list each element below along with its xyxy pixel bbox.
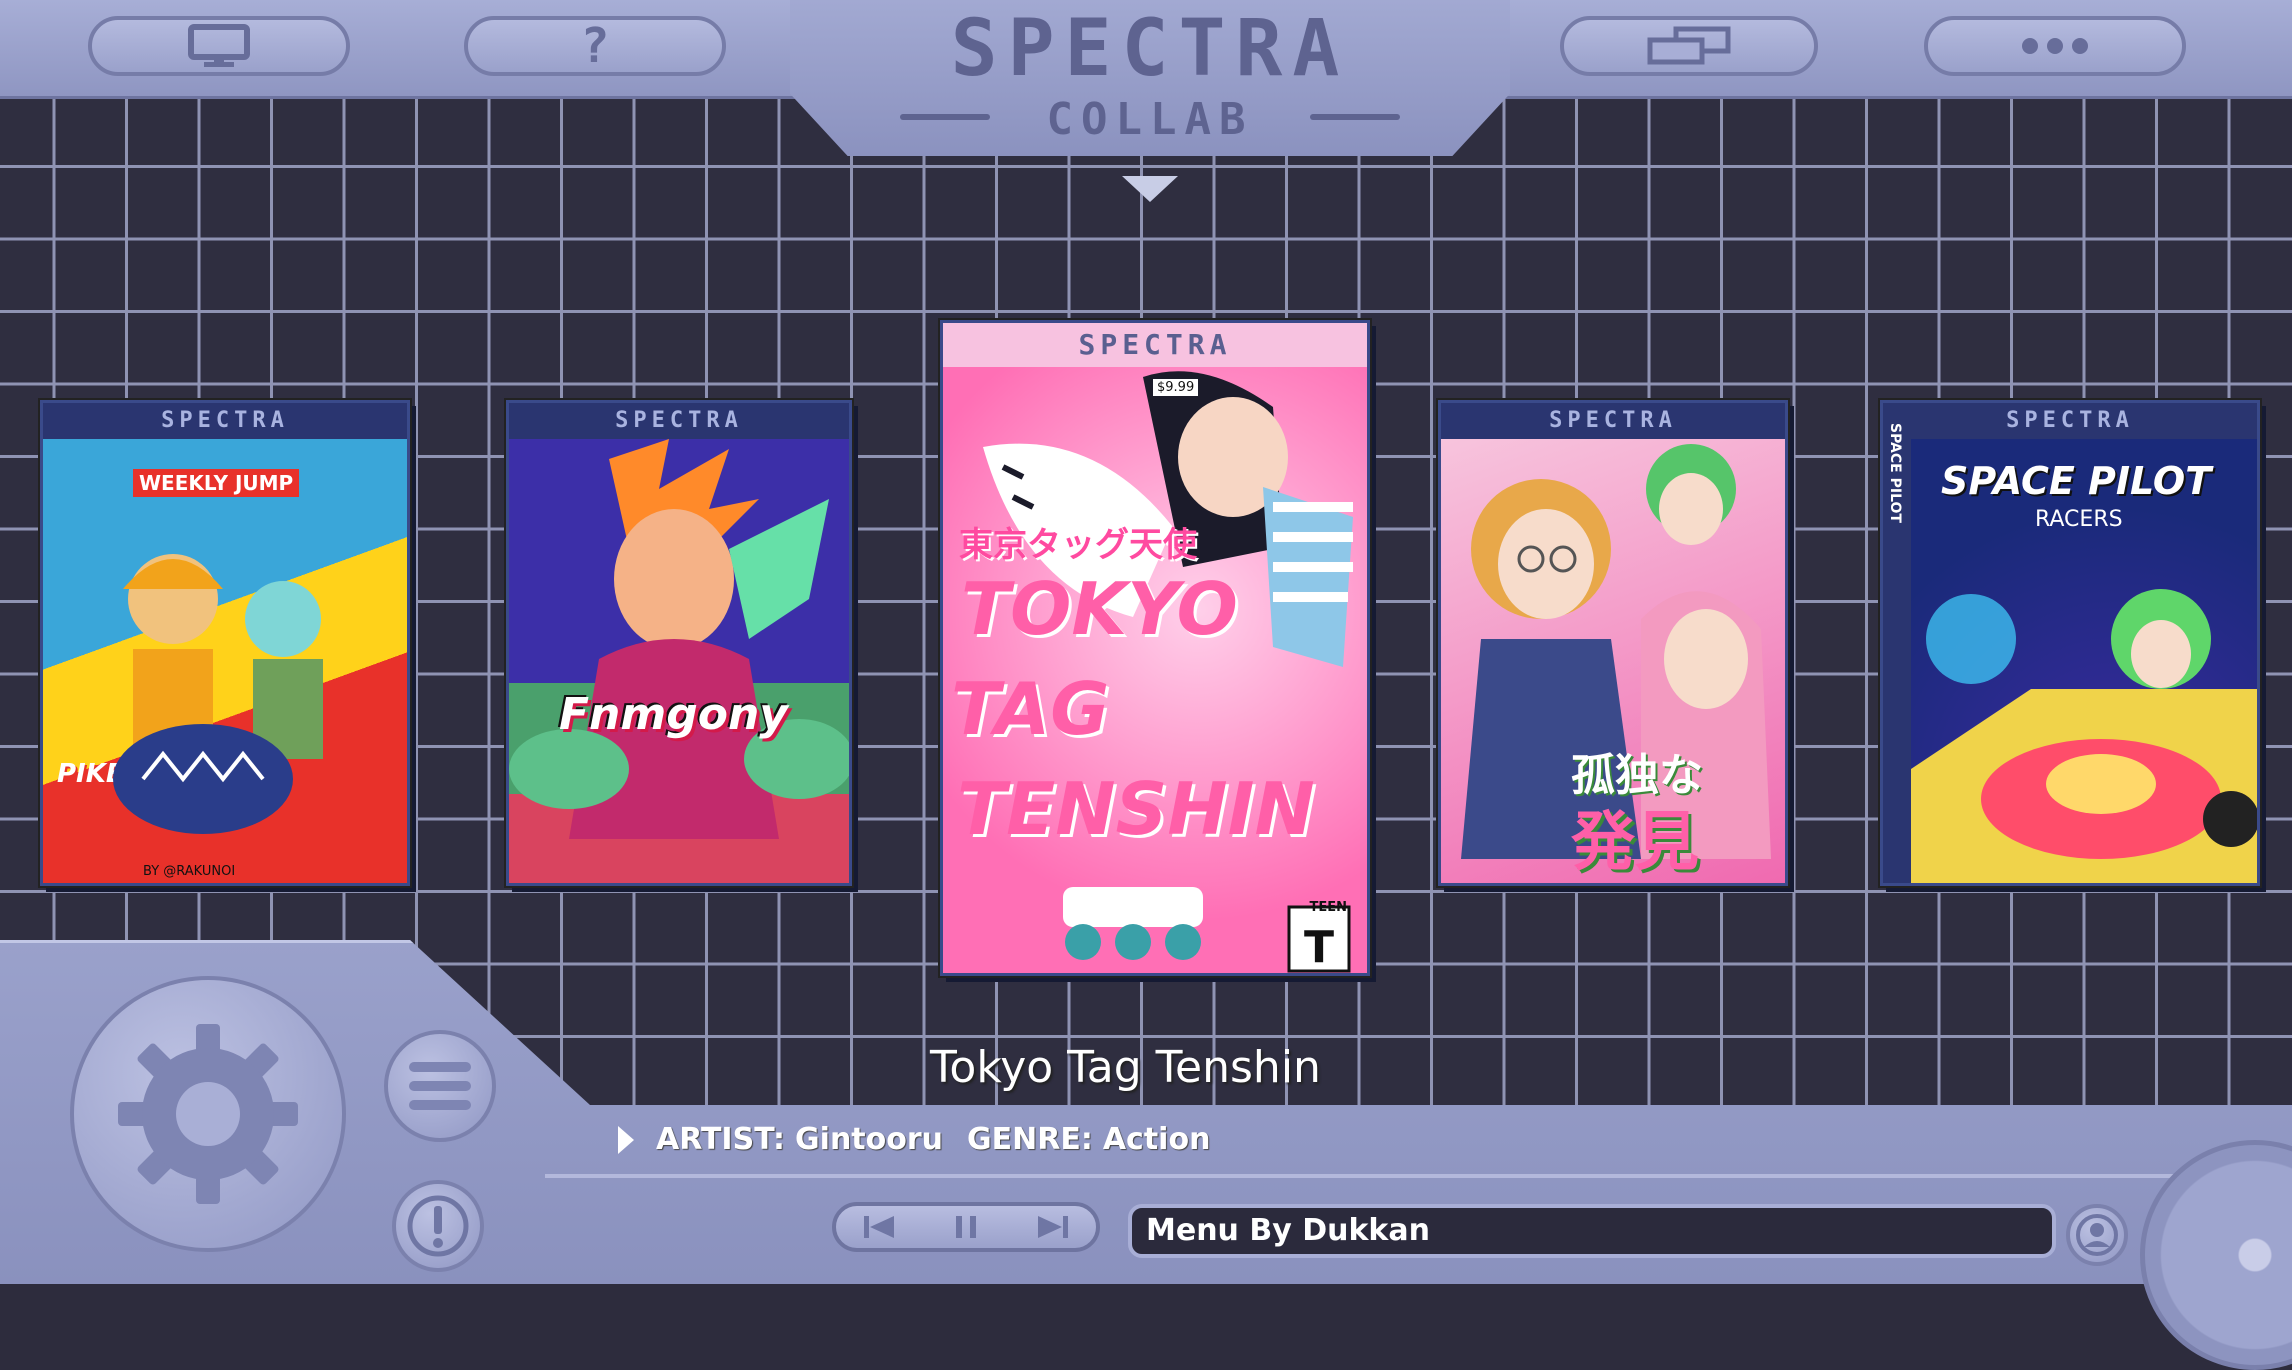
logo: SPECTRA COLLAB	[790, 0, 1510, 156]
game-cover-4[interactable]: SPECTRA 孤独な 発見	[1438, 400, 1788, 886]
user-icon	[2076, 1214, 2118, 1256]
cover-art: SPACE PILOT RACERS	[1911, 439, 2257, 883]
cover-rating-badge: TEEN	[1309, 900, 1347, 915]
gear-icon	[118, 1024, 298, 1204]
cover-art-title-2: 発見	[1571, 806, 1699, 880]
cover-art: WEEKLY JUMP PIKEN PIKEN! BY @RAKUNOI	[43, 439, 407, 883]
artist-label: ARTIST:	[656, 1122, 786, 1157]
more-button[interactable]	[1924, 16, 2186, 76]
selection-pointer-icon	[1122, 176, 1178, 202]
cover-art-title-2: RACERS	[2035, 507, 2123, 532]
logo-rule-right	[1310, 114, 1400, 120]
game-meta: ARTIST: Gintooru GENRE: Action	[618, 1122, 1210, 1157]
cover-brand: SPECTRA	[1441, 403, 1785, 439]
media-controls	[832, 1202, 1100, 1252]
skip-forward-icon	[1037, 1216, 1068, 1238]
logo-subtitle: COLLAB	[1046, 94, 1254, 145]
pause-icon	[955, 1216, 976, 1238]
genre-label: GENRE:	[967, 1122, 1093, 1157]
previous-button[interactable]	[841, 1210, 917, 1244]
cover-brand: SPECTRA	[943, 323, 1367, 367]
game-cover-3-selected[interactable]: SPECTRA T $9.99 東京タッグ天使 TOKYO TAG TENSHI…	[940, 320, 1370, 976]
cover-art-title: SPACE PILOT	[1941, 459, 2212, 503]
windows-icon	[1647, 26, 1731, 65]
cover-brand: SPECTRA	[1883, 403, 2257, 439]
cover-art: T $9.99 東京タッグ天使 TOKYO TAG TENSHIN TEEN	[943, 367, 1367, 973]
play-arrow-icon	[618, 1125, 634, 1154]
cover-brand: SPECTRA	[43, 403, 407, 439]
cover-art-title: Fnmgony	[559, 689, 788, 740]
cover-illustration	[113, 554, 323, 834]
menu-button[interactable]	[384, 1030, 496, 1142]
cover-spine-text: SPACE PILOT	[1887, 423, 1903, 523]
artist-value: Gintooru	[795, 1122, 944, 1157]
settings-button[interactable]	[70, 976, 346, 1252]
svg-text:T: T	[1304, 922, 1334, 973]
game-cover-2[interactable]: SPECTRA Fnmgony	[506, 400, 852, 886]
more-dots-icon	[2022, 38, 2088, 54]
cover-title-line-2: TAG	[951, 667, 1110, 751]
now-playing-ticker: Menu By Dukkan	[1128, 1204, 2056, 1258]
cover-price: $9.99	[1153, 379, 1199, 396]
skip-back-icon	[864, 1216, 895, 1238]
logo-title: SPECTRA	[950, 4, 1350, 94]
cover-illustration	[509, 439, 849, 839]
user-button[interactable]	[2066, 1204, 2128, 1266]
monitor-button[interactable]	[88, 16, 350, 76]
game-cover-5[interactable]: SPECTRA SPACE PILOT SPACE PILOT RACERS	[1880, 400, 2260, 886]
game-cover-1[interactable]: SPECTRA WEEKLY JUMP PIKEN PIKEN! BY @RAK…	[40, 400, 410, 886]
panel-divider	[545, 1174, 2195, 1178]
next-button[interactable]	[1015, 1210, 1091, 1244]
alert-button[interactable]	[392, 1180, 484, 1272]
cover-spine: SPACE PILOT	[1883, 403, 1911, 883]
question-icon: ?	[580, 18, 610, 74]
cover-title-line-3: TENSHIN	[957, 767, 1315, 851]
exclamation-icon	[407, 1195, 469, 1257]
help-button[interactable]: ?	[464, 16, 726, 76]
cover-art: Fnmgony	[509, 439, 849, 883]
selected-game-title: Tokyo Tag Tenshin	[930, 1042, 1321, 1093]
windows-button[interactable]	[1560, 16, 1818, 76]
pause-button[interactable]	[928, 1210, 1004, 1244]
cover-jp-title: 東京タッグ天使	[959, 525, 1197, 565]
cover-title-line-1: TOKYO	[961, 567, 1238, 651]
genre-value: Action	[1102, 1122, 1211, 1157]
monitor-icon	[188, 24, 250, 67]
cover-brand: SPECTRA	[509, 403, 849, 439]
cover-art: 孤独な 発見	[1441, 439, 1785, 883]
menu-icon	[409, 1062, 471, 1110]
